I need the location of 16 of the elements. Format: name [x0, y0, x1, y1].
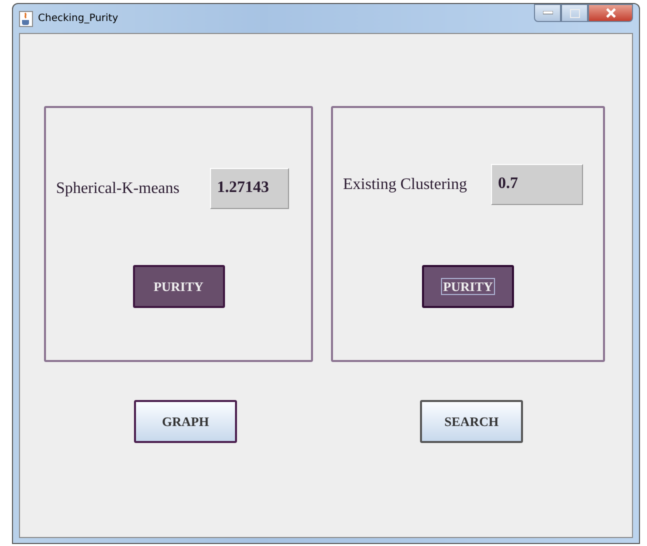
action-button[interactable]: SEARCH	[420, 400, 523, 443]
cup-icon	[19, 10, 33, 26]
purity-button[interactable]: PURITY	[132, 265, 224, 308]
purity-button[interactable]: PURITY	[422, 265, 514, 308]
action-button[interactable]: GRAPH	[134, 400, 237, 443]
minimize-button[interactable]	[534, 4, 561, 22]
window-title: Checking_Purity	[38, 13, 118, 24]
minimize-icon	[542, 11, 552, 15]
result-field[interactable]: 0.7	[491, 164, 583, 205]
field-label: Existing Clustering	[343, 176, 467, 194]
field-label: Spherical-K-means	[56, 180, 180, 198]
result-field[interactable]: 1.27143	[210, 168, 289, 209]
maximize-button[interactable]	[561, 4, 588, 22]
close-icon	[604, 8, 616, 18]
close-button[interactable]	[588, 4, 633, 22]
maximize-icon	[570, 8, 580, 18]
